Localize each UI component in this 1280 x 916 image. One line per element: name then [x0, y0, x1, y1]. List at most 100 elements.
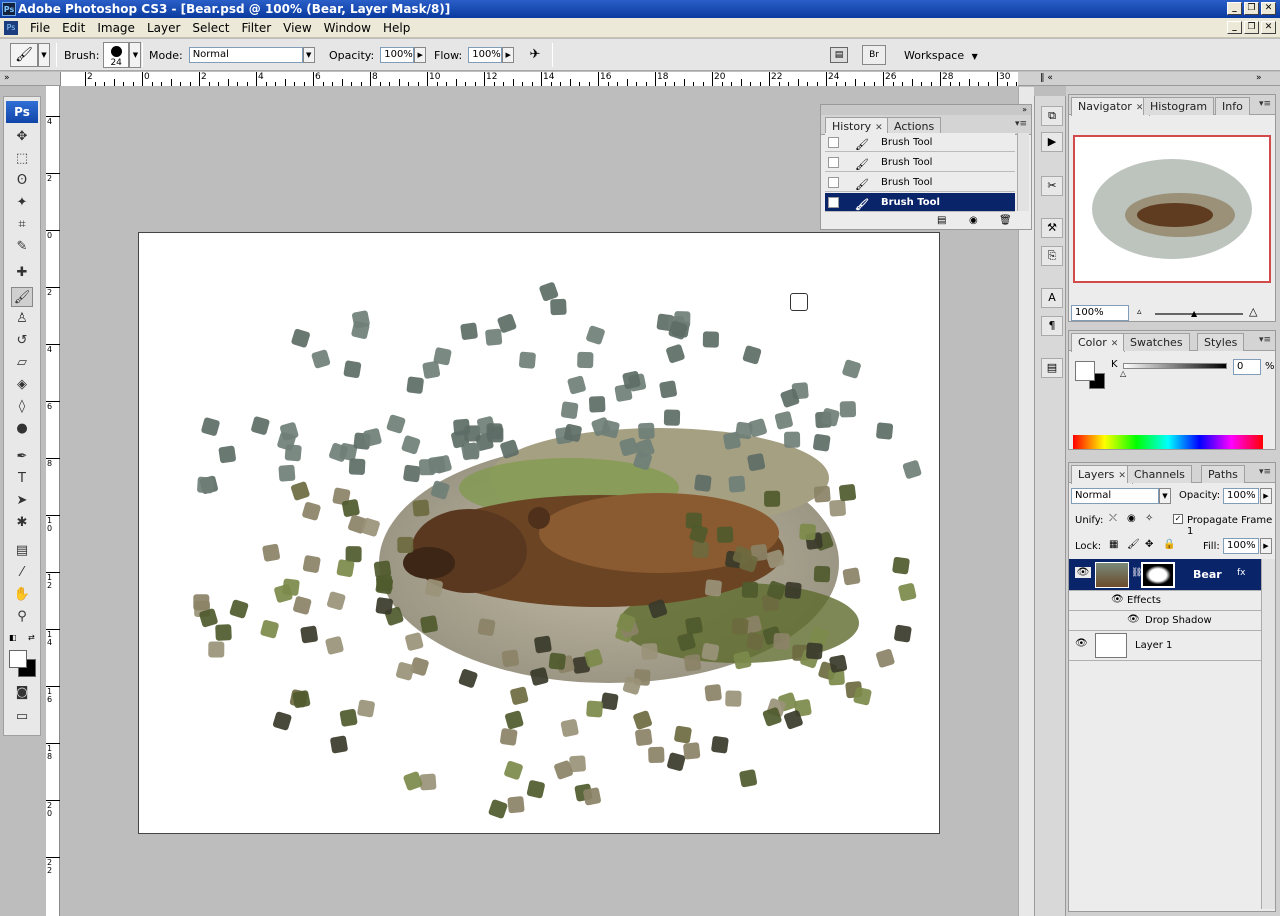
panel-menu-icon[interactable]: ▾≡ — [1015, 119, 1027, 129]
expand-dock-icon[interactable]: » — [1256, 73, 1262, 83]
layer-row-bear[interactable]: 👁 ⛓ Bear fx — [1069, 559, 1261, 591]
close-icon[interactable]: ✕ — [1111, 339, 1119, 349]
fill-field[interactable]: 100% — [1223, 538, 1259, 554]
path-selection-tool-icon[interactable]: ➤ — [11, 491, 33, 511]
history-row[interactable]: 🖌 Brush Tool — [825, 173, 1015, 192]
blend-mode-dropdown[interactable]: ▼ — [1159, 488, 1171, 504]
menu-window[interactable]: Window — [318, 21, 377, 35]
menu-edit[interactable]: Edit — [56, 21, 91, 35]
lock-pixels-icon[interactable]: 🖌 — [1127, 539, 1140, 550]
color-spectrum-ramp[interactable] — [1073, 435, 1263, 449]
brushes-icon[interactable]: ⚒ — [1041, 218, 1063, 238]
brush-tool-icon[interactable]: 🖌 — [11, 287, 33, 307]
hand-tool-icon[interactable]: ✋ — [11, 585, 33, 605]
layer-thumbnail[interactable] — [1095, 633, 1127, 658]
minimize-button[interactable]: _ — [1227, 2, 1242, 15]
brush-picker[interactable]: 24 — [103, 42, 130, 68]
collapse-toolbox-icon[interactable]: » — [4, 73, 10, 83]
layer-effects-icon[interactable]: fx — [1237, 568, 1246, 578]
layer-thumbnail[interactable] — [1095, 562, 1129, 588]
default-colors-icon[interactable]: ◧ — [9, 633, 17, 642]
marquee-tool-icon[interactable]: ⬚ — [11, 149, 33, 169]
opacity-slider-button[interactable]: ▶ — [414, 47, 427, 63]
tab-swatches[interactable]: Swatches — [1123, 333, 1190, 351]
menu-help[interactable]: Help — [377, 21, 416, 35]
document-icon[interactable]: Ps — [4, 20, 18, 35]
notes-panel-icon[interactable]: ▤ — [1041, 358, 1063, 378]
panel-menu-icon[interactable]: ▾≡ — [1259, 335, 1271, 345]
history-row[interactable]: 🖌 Brush Tool — [825, 133, 1015, 152]
tab-layers[interactable]: Layers ✕ — [1071, 465, 1133, 484]
layers-scrollbar[interactable] — [1261, 559, 1275, 909]
brush-picker-dropdown[interactable]: ▼ — [129, 42, 142, 68]
close-icon[interactable]: ✕ — [875, 123, 883, 133]
propagate-frame-checkbox[interactable]: ✓ — [1173, 514, 1183, 524]
tab-color[interactable]: Color ✕ — [1071, 333, 1126, 352]
doc-minimize-button[interactable]: _ — [1227, 21, 1242, 34]
history-row[interactable]: 🖌 Brush Tool — [825, 153, 1015, 172]
doc-close-button[interactable]: ✕ — [1261, 21, 1276, 34]
k-slider[interactable] — [1123, 363, 1227, 369]
mode-select[interactable]: Normal — [188, 47, 303, 63]
history-row-selected[interactable]: 🖌 Brush Tool — [825, 193, 1015, 212]
flow-slider-button[interactable]: ▶ — [502, 47, 515, 63]
notes-tool-icon[interactable]: ▤ — [11, 541, 33, 561]
trash-icon[interactable]: 🗑 — [999, 215, 1012, 226]
lasso-tool-icon[interactable]: ʘ — [11, 171, 33, 191]
healing-brush-tool-icon[interactable]: ✚ — [11, 263, 33, 283]
layer-row-layer-1[interactable]: 👁 Layer 1 — [1069, 631, 1261, 661]
workspace-button[interactable]: Workspace ▼ — [898, 49, 984, 62]
eraser-tool-icon[interactable]: ▱ — [11, 353, 33, 373]
eye-icon[interactable]: 👁 — [1075, 567, 1091, 578]
bridge-icon[interactable]: Br — [862, 45, 886, 65]
flow-field[interactable]: 100% — [468, 47, 503, 63]
blend-mode-select[interactable]: Normal — [1071, 488, 1159, 504]
k-slider-thumb[interactable]: △ — [1120, 369, 1126, 378]
panel-menu-icon[interactable]: ▾≡ — [1259, 467, 1271, 477]
dock-grip-icon[interactable]: ‖ « — [1040, 73, 1053, 83]
zoom-tool-icon[interactable]: ⚲ — [11, 607, 33, 627]
type-tool-icon[interactable]: T — [11, 469, 33, 489]
screen-mode-icon[interactable]: ▭ — [11, 707, 33, 727]
document-canvas[interactable] — [138, 232, 940, 834]
opacity-field[interactable]: 100% — [380, 47, 415, 63]
layer-effects-row[interactable]: 👁 Effects — [1069, 591, 1261, 611]
quick-mask-icon[interactable]: ◙ — [11, 683, 33, 703]
new-snapshot-icon[interactable]: ◉ — [969, 215, 978, 226]
lock-all-icon[interactable]: 🔒 — [1163, 539, 1175, 550]
foreground-color-swatch[interactable] — [9, 650, 27, 668]
slice-tool-icon[interactable]: ✎ — [11, 237, 33, 257]
unify-style-icon[interactable]: ✧ — [1145, 513, 1153, 524]
snapshot-source-checkbox[interactable] — [828, 197, 839, 208]
menu-filter[interactable]: Filter — [235, 21, 277, 35]
history-panel-grip[interactable]: » — [821, 105, 1031, 115]
lock-position-icon[interactable]: ✥ — [1145, 539, 1153, 550]
layer-opacity-field[interactable]: 100% — [1223, 488, 1259, 504]
tab-channels[interactable]: Channels — [1127, 465, 1192, 483]
zoom-in-icon[interactable]: △ — [1249, 305, 1257, 318]
magic-wand-tool-icon[interactable]: ✦ — [11, 193, 33, 213]
crop-tool-icon[interactable]: ⌗ — [11, 215, 33, 235]
slider-thumb[interactable]: ▲ — [1191, 309, 1197, 318]
eye-icon[interactable]: 👁 — [1127, 614, 1140, 625]
tab-paths[interactable]: Paths — [1201, 465, 1245, 483]
tab-styles[interactable]: Styles — [1197, 333, 1245, 351]
doc-restore-button[interactable]: ❐ — [1244, 21, 1259, 34]
color-foreground-swatch[interactable] — [1075, 361, 1095, 381]
actions-play-icon[interactable]: ▶ — [1041, 132, 1063, 152]
history-scrollbar[interactable] — [1017, 133, 1029, 211]
dodge-tool-icon[interactable]: ● — [11, 419, 33, 439]
blur-tool-icon[interactable]: ◊ — [11, 397, 33, 417]
navigator-zoom-slider[interactable]: ▲ — [1155, 309, 1243, 318]
character-icon[interactable]: A — [1041, 288, 1063, 308]
layer-comps-icon[interactable]: ⧉ — [1041, 106, 1063, 126]
photoshop-badge[interactable]: Ps — [6, 101, 38, 123]
tool-presets-icon[interactable]: ✂ — [1041, 176, 1063, 196]
menu-view[interactable]: View — [277, 21, 317, 35]
custom-shape-tool-icon[interactable]: ✱ — [11, 513, 33, 533]
tool-preset-picker[interactable]: 🖌 — [10, 43, 38, 67]
paint-bucket-tool-icon[interactable]: ◈ — [11, 375, 33, 395]
menu-select[interactable]: Select — [186, 21, 235, 35]
eye-icon[interactable]: 👁 — [1075, 638, 1088, 649]
tab-navigator[interactable]: Navigator ✕ — [1071, 97, 1151, 116]
